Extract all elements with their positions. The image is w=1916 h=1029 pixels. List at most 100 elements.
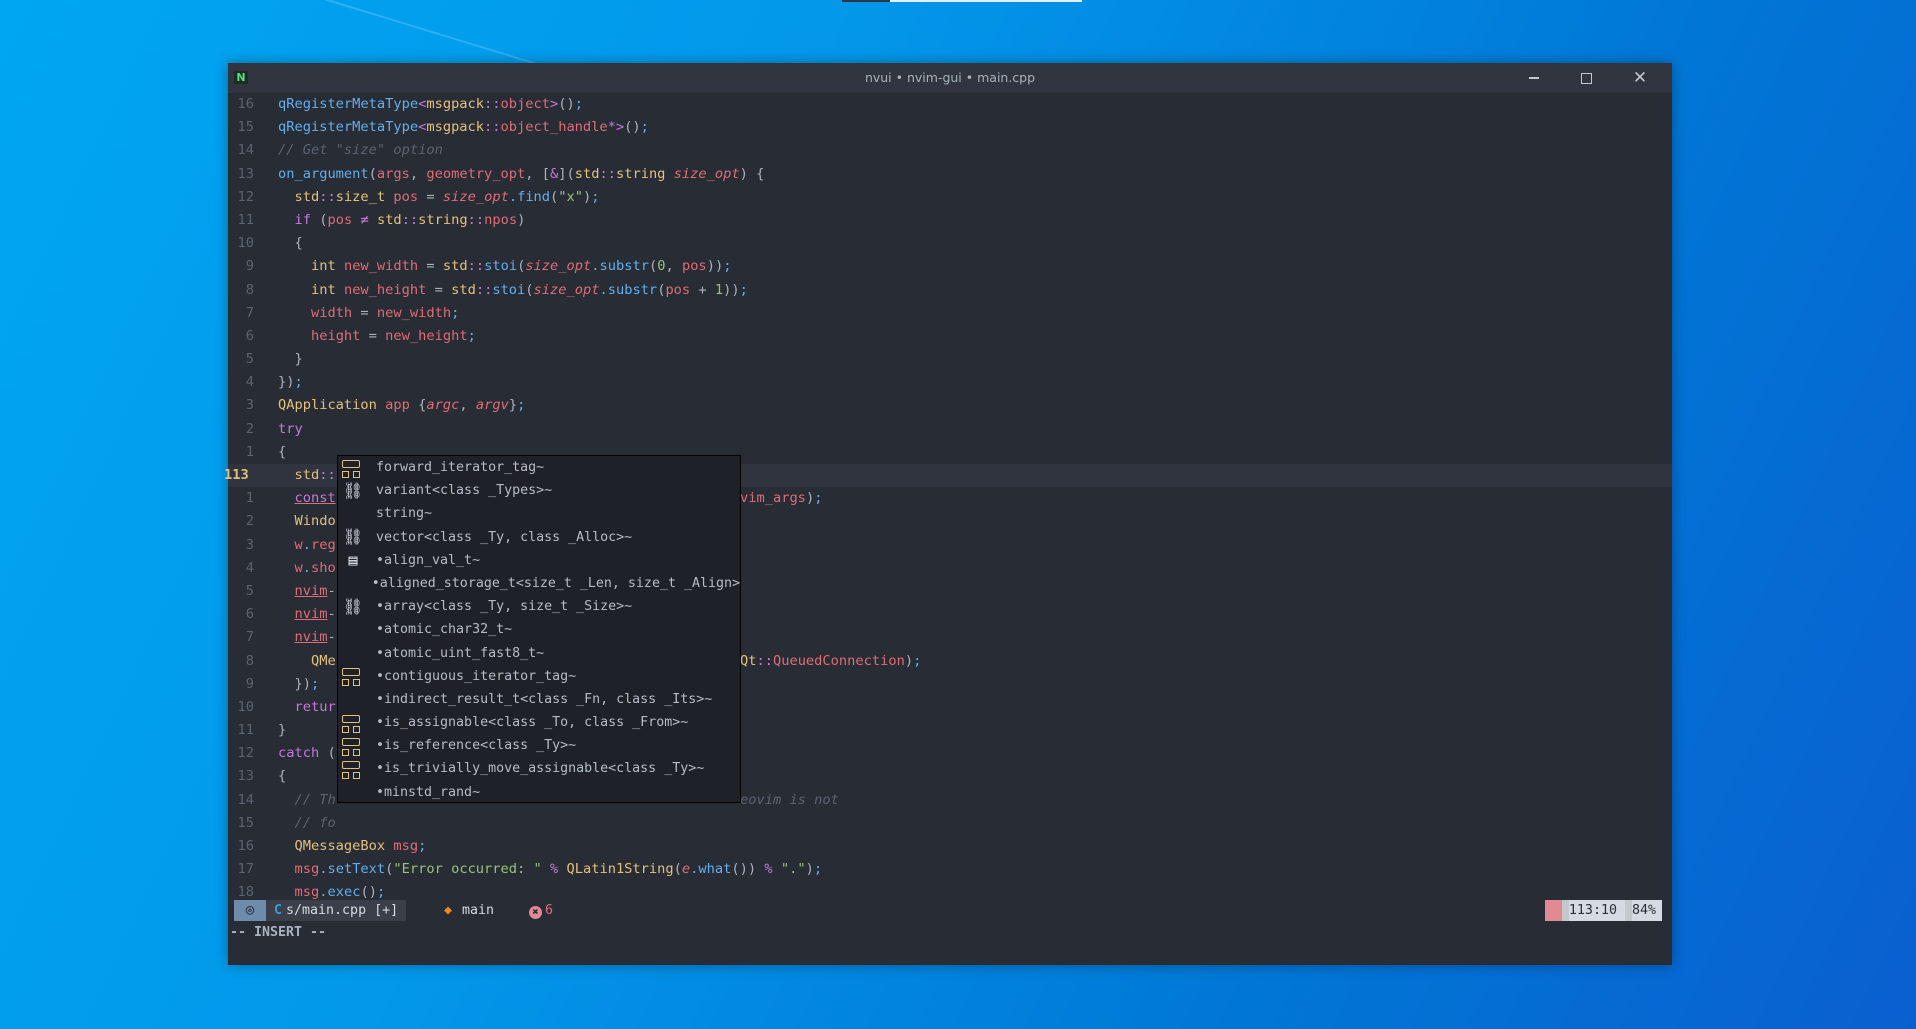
line-number: 3 (245, 397, 254, 414)
completion-label: vector<class _Ty, class _Alloc>~ (376, 529, 633, 545)
completion-item[interactable]: •is_trivially_move_assignable<class _Ty>… (338, 757, 740, 780)
maximize-icon (1580, 72, 1592, 84)
title-bar[interactable]: N nvui • nvim-gui • main.cpp ✕ (228, 63, 1672, 93)
code-line[interactable]: 2 try (228, 418, 1672, 441)
line-code: // Th (278, 791, 336, 808)
completion-item[interactable]: •atomic_uint_fast8_t~ (338, 642, 740, 665)
code-line[interactable]: 8 int new_height = std::stoi(size_opt.su… (228, 279, 1672, 302)
line-number: 16 (237, 96, 254, 112)
struct-icon (340, 713, 366, 733)
line-number: 6 (245, 327, 254, 344)
line-number: 5 (245, 351, 254, 368)
class-icon: ⛓ (342, 527, 364, 547)
completion-item[interactable]: string~ (338, 502, 740, 525)
minimize-button[interactable] (1514, 66, 1554, 90)
completion-item[interactable]: ⛓ •array<class _Ty, size_t _Size>~ (338, 595, 740, 618)
completion-item[interactable]: ▤ •align_val_t~ (338, 549, 740, 572)
code-line[interactable]: 16 QMessageBox msg; (228, 835, 1672, 858)
completion-item[interactable]: •contiguous_iterator_tag~ (338, 665, 740, 688)
completion-label: •contiguous_iterator_tag~ (376, 668, 577, 684)
line-number: 1 (245, 490, 254, 507)
completion-label: •aligned_storage_t<size_t _Len, size_t _… (371, 575, 740, 591)
line-code: msg.setText("Error occurred: " % QLatin1… (294, 861, 823, 878)
code-line[interactable]: 13 on_argument(args, geometry_opt, [&](st… (228, 163, 1672, 186)
line-number: 13 (237, 768, 254, 785)
code-line[interactable]: 7 width = new_width; (228, 302, 1672, 325)
diagnostics-errors: ✖ 6 (529, 900, 553, 921)
line-number: 2 (245, 420, 254, 437)
code-line[interactable]: 9 int new_width = std::stoi(size_opt.sub… (228, 255, 1672, 278)
line-code: width = new_width; (310, 304, 460, 321)
code-line[interactable]: 17 msg.setText("Error occurred: " % QLat… (228, 858, 1672, 881)
completion-item[interactable]: forward_iterator_tag~ (338, 456, 740, 479)
line-code: nvim- (294, 582, 336, 599)
line-code: const (294, 490, 336, 507)
line-number: 12 (237, 188, 254, 205)
line-code: msg.exec(); (294, 884, 386, 901)
variable-icon (340, 574, 362, 594)
line-code: w.sho (294, 559, 336, 576)
status-separator (1624, 900, 1632, 921)
completion-label: variant<class _Types>~ (376, 483, 553, 499)
status-separator (1561, 900, 1569, 921)
code-line[interactable]: 15 qRegisterMetaType<msgpack::object_hand… (228, 116, 1672, 139)
file-percent: 84% (1631, 900, 1662, 921)
code-line[interactable]: 16 qRegisterMetaType<msgpack::object>(); (228, 93, 1672, 116)
line-code: QMe (310, 652, 336, 669)
variable-icon (340, 643, 366, 663)
line-code: nvim- (294, 629, 336, 646)
line-code: { (294, 235, 303, 252)
line-code: }); (294, 675, 320, 692)
line-number: 6 (245, 606, 254, 623)
code-line[interactable]: 11 if (pos ≠ std::string::npos) (228, 209, 1672, 232)
line-code: { (278, 768, 287, 785)
close-button[interactable]: ✕ (1620, 66, 1660, 90)
position-segment: 113:10 84% (1544, 900, 1662, 921)
line-code: w.reg (294, 536, 336, 553)
completion-label: •atomic_char32_t~ (376, 622, 513, 638)
line-number: 11 (237, 722, 254, 739)
struct-icon (340, 736, 366, 756)
code-line[interactable]: 10 { (228, 232, 1672, 255)
completion-item[interactable]: •aligned_storage_t<size_t _Len, size_t _… (338, 572, 740, 595)
line-number: 9 (245, 675, 254, 692)
struct-icon (340, 759, 366, 780)
completion-item[interactable]: ⛓ variant<class _Types>~ (338, 479, 740, 502)
code-line[interactable]: 6 height = new_height; (228, 325, 1672, 348)
completion-item[interactable]: ⛓ vector<class _Ty, class _Alloc>~ (338, 526, 740, 549)
line-number: 3 (245, 536, 254, 553)
completion-label: •is_reference<class _Ty>~ (376, 738, 577, 754)
line-code-tail: vim_args); (740, 490, 823, 507)
completion-label: •array<class _Ty, size_t _Size>~ (376, 599, 633, 615)
window-title: nvui • nvim-gui • main.cpp (864, 70, 1036, 85)
completion-item[interactable]: •is_assignable<class _To, class _From>~ (338, 711, 740, 734)
code-line[interactable]: 15 // fo (228, 812, 1672, 835)
enum-icon: ▤ (348, 551, 358, 570)
line-number: 15 (237, 814, 254, 831)
code-line[interactable]: 5 } (228, 348, 1672, 371)
line-number: 13 (237, 165, 254, 182)
code-line[interactable]: 3 QApplication app {argc, argv}; (228, 394, 1672, 417)
line-code: int new_height = std::stoi(size_opt.subs… (310, 281, 748, 298)
error-icon: ✖ (529, 906, 542, 919)
cursor-position: 113:10 (1568, 900, 1625, 921)
line-code: on_argument(args, geometry_opt, [&](std:… (278, 165, 765, 182)
status-line: ◎ Cs/main.cpp [+] ◆ main ✖ 6 113:10 84% (234, 900, 1662, 921)
file-segment: Cs/main.cpp [+] (266, 900, 407, 921)
code-line[interactable]: 14 // Get "size" option (228, 139, 1672, 162)
completion-label: forward_iterator_tag~ (376, 460, 545, 475)
line-code: qRegisterMetaType<msgpack::object_handle… (278, 119, 649, 136)
code-line[interactable]: 4}); (228, 371, 1672, 394)
completion-item[interactable]: •is_reference<class _Ty>~ (338, 734, 740, 757)
completion-item[interactable]: •minstd_rand~ (338, 781, 740, 804)
completion-item[interactable]: •atomic_char32_t~ (338, 618, 740, 641)
code-line[interactable]: 12 std::size_t pos = size_opt.find("x"); (228, 186, 1672, 209)
line-number: 1 (245, 443, 254, 460)
completion-item[interactable]: •indirect_result_t<class _Fn, class _Its… (338, 688, 740, 711)
line-code: } (278, 722, 287, 739)
line-code: QMessageBox msg; (294, 838, 427, 854)
line-number: 8 (245, 281, 254, 298)
top-screen-bar (842, 0, 1082, 2)
maximize-button[interactable] (1566, 66, 1606, 90)
class-icon: ⛓ (342, 480, 364, 500)
